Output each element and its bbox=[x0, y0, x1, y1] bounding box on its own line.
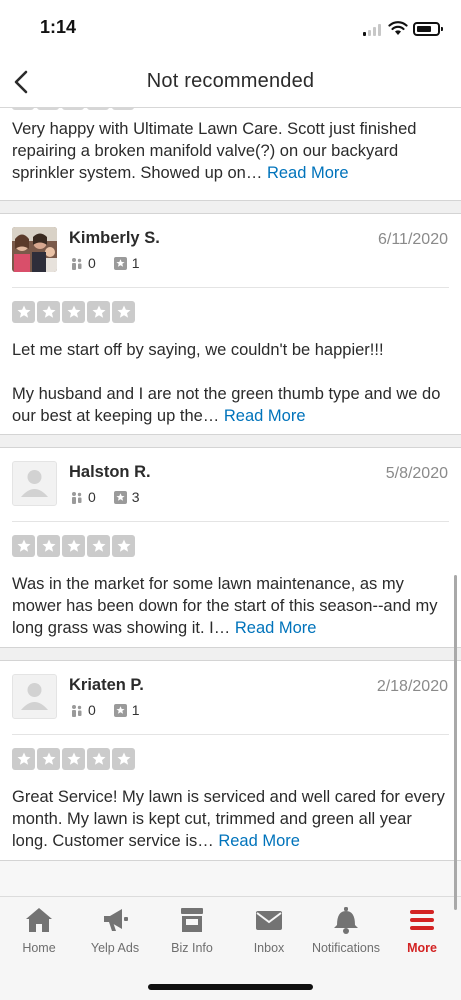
friends-icon bbox=[72, 491, 82, 504]
star-icon bbox=[87, 535, 110, 557]
tab-yelp-ads[interactable]: Yelp Ads bbox=[75, 905, 155, 955]
review-text: Was in the market for some lawn maintena… bbox=[12, 575, 438, 637]
review-separator bbox=[0, 434, 461, 448]
tab-home[interactable]: Home bbox=[0, 905, 79, 955]
star-icon bbox=[112, 535, 135, 557]
star-icon bbox=[37, 301, 60, 323]
tab-more[interactable]: More bbox=[382, 905, 461, 955]
envelope-icon bbox=[256, 911, 282, 930]
star-icon bbox=[87, 301, 110, 323]
friends-count: 0 bbox=[88, 255, 96, 271]
reviewer-name[interactable]: Halston R. bbox=[69, 463, 151, 482]
reviewer-stats: 0 1 bbox=[70, 702, 158, 718]
tab-notifications[interactable]: Notifications bbox=[306, 905, 386, 955]
megaphone-icon bbox=[104, 909, 128, 931]
star-icon bbox=[12, 301, 35, 323]
read-more-link[interactable]: Read More bbox=[218, 832, 300, 850]
divider bbox=[12, 734, 449, 735]
review-date: 5/8/2020 bbox=[385, 465, 448, 482]
reviewer-stats: 0 3 bbox=[70, 489, 158, 505]
friends-count: 0 bbox=[88, 489, 96, 505]
user-photo-icon bbox=[12, 227, 57, 272]
review-date: 6/11/2020 bbox=[378, 231, 448, 248]
star-icon bbox=[12, 748, 35, 770]
star-icon bbox=[62, 535, 85, 557]
home-icon bbox=[26, 908, 52, 932]
scrollbar[interactable] bbox=[454, 575, 457, 910]
battery-icon bbox=[413, 22, 443, 36]
avatar[interactable] bbox=[12, 461, 57, 506]
star-icon bbox=[112, 748, 135, 770]
review-date: 2/18/2020 bbox=[376, 678, 448, 695]
star-icon bbox=[37, 748, 60, 770]
reviewer-stats: 0 1 bbox=[70, 255, 158, 271]
star-rating bbox=[12, 301, 135, 323]
divider bbox=[12, 287, 449, 288]
review-item: Kriaten P. 2/18/2020 0 1 Great Service! … bbox=[0, 662, 461, 860]
tab-biz-info[interactable]: Biz Info bbox=[152, 905, 232, 955]
review-separator bbox=[0, 200, 461, 214]
review-count-icon bbox=[113, 490, 127, 504]
review-count-icon bbox=[113, 703, 127, 717]
bell-icon bbox=[334, 907, 358, 934]
read-more-link[interactable]: Read More bbox=[235, 619, 317, 637]
storefront-icon bbox=[181, 908, 203, 932]
star-icon bbox=[37, 535, 60, 557]
review-text: Great Service! My lawn is serviced and w… bbox=[12, 788, 445, 850]
default-user-icon bbox=[21, 470, 48, 497]
friends-count: 0 bbox=[88, 702, 96, 718]
avatar[interactable] bbox=[12, 227, 57, 272]
wifi-icon bbox=[388, 21, 408, 35]
menu-icon bbox=[410, 910, 434, 930]
avatar[interactable] bbox=[12, 674, 57, 719]
star-icon bbox=[87, 748, 110, 770]
friends-icon bbox=[72, 257, 82, 270]
page-title: Not recommended bbox=[146, 70, 315, 92]
star-icon bbox=[12, 535, 35, 557]
review-separator bbox=[0, 647, 461, 661]
star-rating bbox=[12, 535, 135, 557]
read-more-link[interactable]: Read More bbox=[267, 164, 349, 182]
star-icon bbox=[112, 301, 135, 323]
status-bar: 1:14 bbox=[0, 0, 461, 56]
friends-icon bbox=[72, 704, 82, 717]
home-indicator bbox=[148, 984, 313, 990]
review-list[interactable]: Very happy with Ultimate Lawn Care. Scot… bbox=[0, 108, 461, 896]
review-item: Halston R. 5/8/2020 0 3 Was in the marke… bbox=[0, 449, 461, 647]
read-more-link[interactable]: Read More bbox=[224, 407, 306, 425]
star-icon bbox=[62, 748, 85, 770]
tab-inbox[interactable]: Inbox bbox=[229, 905, 309, 955]
review-count-icon bbox=[113, 256, 127, 270]
star-icon bbox=[62, 301, 85, 323]
cellular-signal-icon bbox=[363, 24, 383, 36]
status-time: 1:14 bbox=[40, 17, 77, 37]
review-item: Kimberly S. 6/11/2020 0 1 Let me start o… bbox=[0, 215, 461, 435]
review-count: 1 bbox=[131, 255, 140, 271]
reviewer-name[interactable]: Kriaten P. bbox=[69, 676, 144, 695]
divider bbox=[12, 521, 449, 522]
review-count: 3 bbox=[131, 489, 140, 505]
review-count: 1 bbox=[131, 702, 140, 718]
review-separator bbox=[0, 860, 461, 896]
default-user-icon bbox=[21, 683, 48, 710]
previous-review-stars bbox=[12, 108, 134, 110]
reviewer-name[interactable]: Kimberly S. bbox=[69, 229, 160, 248]
star-rating bbox=[12, 748, 135, 770]
review-text: Very happy with Ultimate Lawn Care. Scot… bbox=[12, 120, 417, 182]
review-text: Let me start off by saying, we couldn't … bbox=[12, 341, 441, 425]
navigation-bar: Not recommended bbox=[0, 56, 461, 108]
